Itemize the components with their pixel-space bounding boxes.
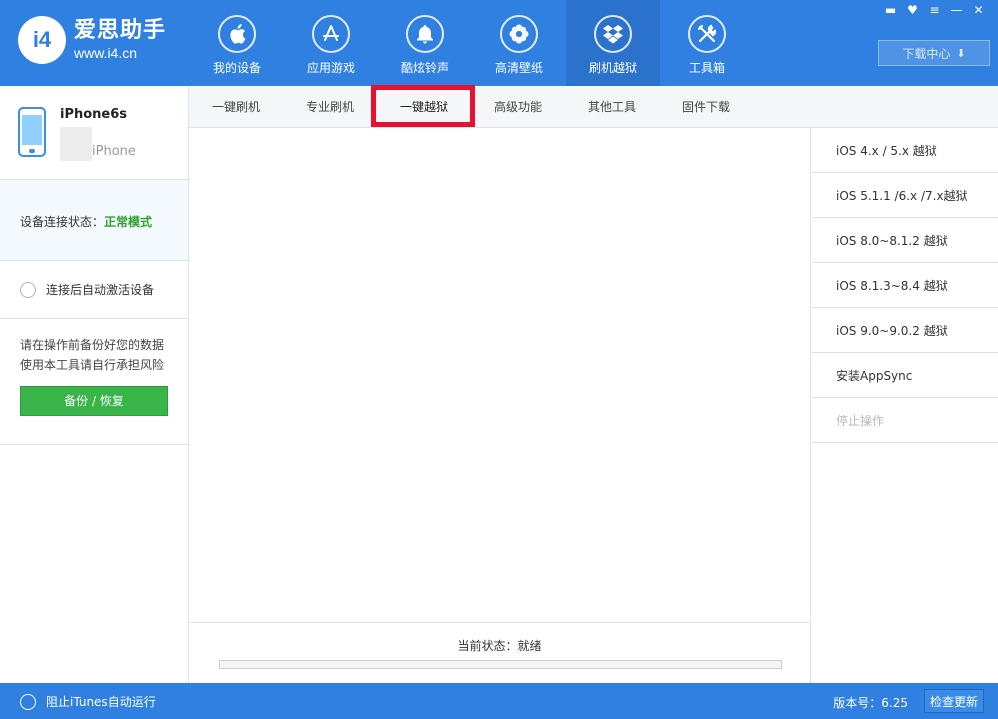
block-itunes-radio[interactable] (20, 693, 36, 710)
tab-firmware-download[interactable]: 固件下载 (659, 86, 753, 127)
status-area: 当前状态：就绪 (189, 622, 810, 683)
box-icon (594, 15, 632, 53)
top-bar: i4 爱思助手 www.i4.cn 我的设备 应用游戏 酷炫铃声 高清壁纸 刷机… (0, 0, 998, 86)
download-icon: ⬇ (956, 46, 966, 60)
download-center-label: 下载中心 (902, 46, 951, 61)
app-store-icon (312, 15, 350, 53)
nav-wallpapers[interactable]: 高清壁纸 (472, 0, 566, 86)
menu-item-ios9[interactable]: iOS 9.0~9.0.2 越狱 (812, 308, 998, 353)
tools-icon (688, 15, 726, 53)
main-nav: 我的设备 应用游戏 酷炫铃声 高清壁纸 刷机越狱 工具箱 (190, 0, 754, 86)
current-status: 当前状态：就绪 (457, 639, 542, 653)
nav-label: 工具箱 (688, 61, 725, 75)
skin-icon[interactable]: ♥ (903, 2, 922, 18)
flower-icon (500, 15, 538, 53)
menu-icon[interactable]: ≡ (925, 2, 944, 18)
logo-text: 爱思助手 www.i4.cn (74, 18, 166, 62)
bell-icon (406, 15, 444, 53)
nav-my-device[interactable]: 我的设备 (190, 0, 284, 86)
apple-icon (218, 15, 256, 53)
auto-activate-label: 连接后自动激活设备 (46, 283, 155, 297)
app-url: www.i4.cn (74, 45, 138, 61)
tab-one-click-jailbreak[interactable]: 一键越狱 (377, 86, 471, 127)
auto-activate-option[interactable]: 连接后自动激活设备 (0, 261, 188, 319)
notice-line-1: 请在操作前备份好您的数据 (20, 338, 165, 352)
menu-item-ios4-5[interactable]: iOS 4.x / 5.x 越狱 (812, 128, 998, 173)
nav-label: 高清壁纸 (494, 61, 543, 75)
device-name: iPhone6s (60, 107, 128, 122)
menu-item-stop: 停止操作 (812, 398, 998, 443)
menu-item-ios8-1-3[interactable]: iOS 8.1.3~8.4 越狱 (812, 263, 998, 308)
tab-one-click-flash[interactable]: 一键刷机 (189, 86, 283, 127)
device-thumbnail (60, 127, 92, 161)
auto-activate-radio[interactable] (20, 281, 36, 298)
nav-label: 应用游戏 (306, 61, 355, 75)
block-itunes-option[interactable]: 阻止iTunes自动运行 (20, 693, 156, 710)
menu-item-ios5-7[interactable]: iOS 5.1.1 /6.x /7.x越狱 (812, 173, 998, 218)
main-content: 当前状态：就绪 (189, 128, 811, 683)
window-controls: ▬ ♥ ≡ — ✕ (881, 2, 988, 18)
app-name: 爱思助手 (74, 18, 167, 43)
version-label: 版本号：6.25 (833, 696, 908, 710)
nav-flash-jailbreak[interactable]: 刷机越狱 (566, 0, 660, 86)
connection-status-label: 设备连接状态： (20, 215, 105, 229)
jailbreak-menu: iOS 4.x / 5.x 越狱 iOS 5.1.1 /6.x /7.x越狱 i… (812, 128, 998, 683)
nav-apps-games[interactable]: 应用游戏 (284, 0, 378, 86)
left-panel: iPhone6s iPhone 设备连接状态：正常模式 连接后自动激活设备 请在… (0, 86, 189, 683)
tab-other-tools[interactable]: 其他工具 (565, 86, 659, 127)
download-center-button[interactable]: 下载中心 ⬇ (878, 40, 990, 66)
logo-mark: i4 (18, 16, 66, 64)
nav-label: 酷炫铃声 (400, 61, 449, 75)
nav-label: 我的设备 (212, 61, 261, 75)
feedback-icon[interactable]: ▬ (881, 2, 900, 18)
connection-status: 设备连接状态：正常模式 (0, 180, 188, 261)
nav-toolbox[interactable]: 工具箱 (660, 0, 754, 86)
minimize-icon[interactable]: — (947, 2, 966, 18)
app-logo: i4 爱思助手 www.i4.cn (18, 16, 166, 64)
sub-tab-bar: 一键刷机 专业刷机 一键越狱 高级功能 其他工具 固件下载 (189, 86, 998, 128)
menu-item-appsync[interactable]: 安装AppSync (812, 353, 998, 398)
tab-advanced[interactable]: 高级功能 (471, 86, 565, 127)
check-update-button[interactable]: 检查更新 (924, 689, 984, 713)
close-icon[interactable]: ✕ (969, 2, 988, 18)
tab-pro-flash[interactable]: 专业刷机 (283, 86, 377, 127)
phone-icon (18, 107, 46, 157)
bottom-bar: 阻止iTunes自动运行 版本号：6.25 检查更新 (0, 683, 998, 719)
device-model: iPhone (92, 144, 136, 159)
menu-item-ios8-0[interactable]: iOS 8.0~8.1.2 越狱 (812, 218, 998, 263)
nav-ringtones[interactable]: 酷炫铃声 (378, 0, 472, 86)
connection-status-value: 正常模式 (104, 215, 153, 229)
notice-line-2: 使用本工具请自行承担风险 (20, 358, 165, 372)
device-card: iPhone6s iPhone (0, 86, 188, 180)
backup-notice: 请在操作前备份好您的数据 使用本工具请自行承担风险 备份 / 恢复 (0, 319, 188, 445)
backup-restore-button[interactable]: 备份 / 恢复 (20, 386, 168, 416)
nav-label: 刷机越狱 (588, 61, 637, 75)
block-itunes-label: 阻止iTunes自动运行 (46, 695, 156, 709)
progress-bar (219, 660, 782, 669)
